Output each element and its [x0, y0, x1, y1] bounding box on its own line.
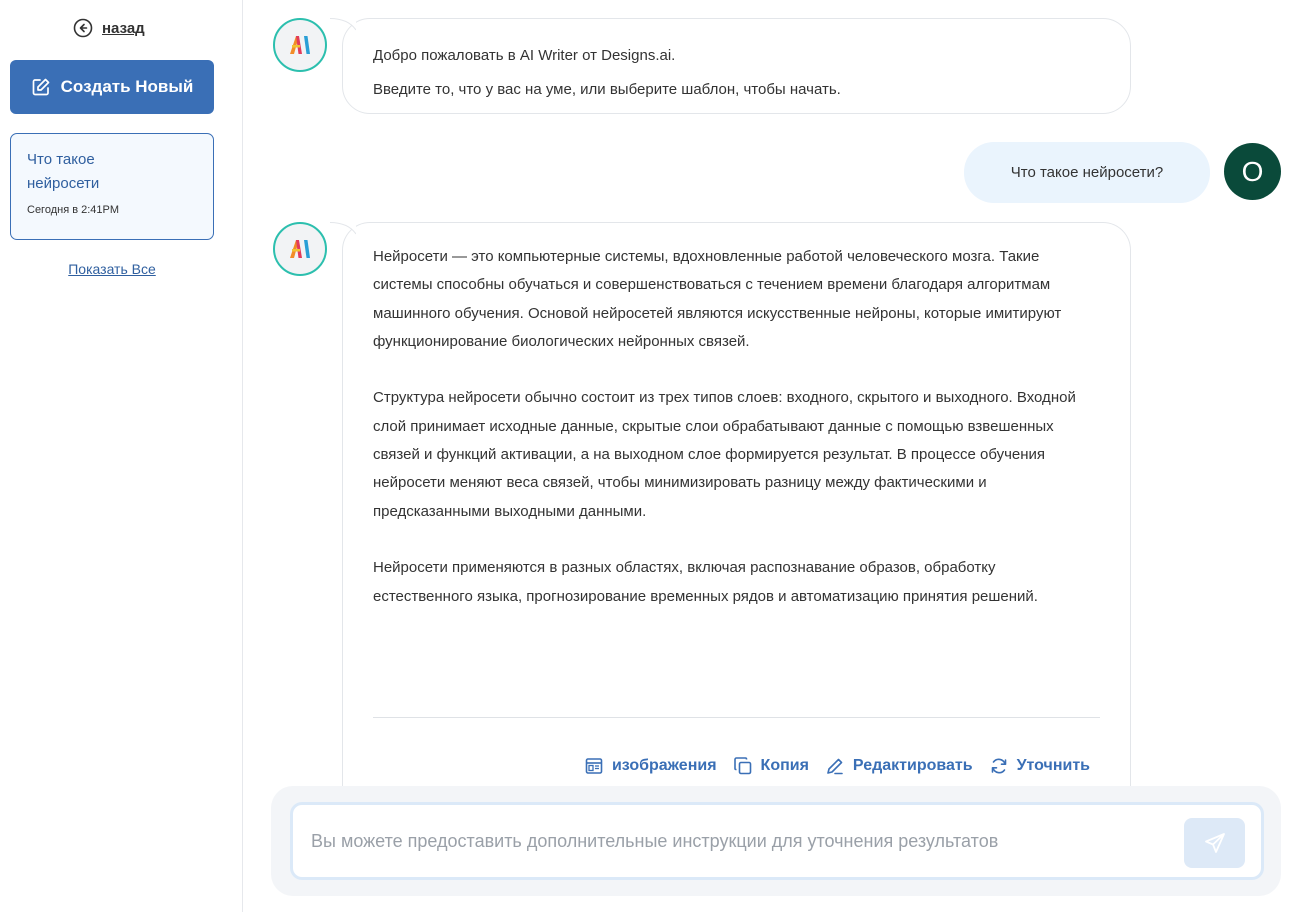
sidebar: назад Создать Новый Что такое нейросети …: [0, 0, 243, 912]
pencil-icon: [827, 758, 843, 775]
copy-button[interactable]: Копия: [733, 756, 809, 776]
bubble-tail: [330, 18, 356, 31]
history-item[interactable]: Что такое нейросети Сегодня в 2:41PM: [10, 133, 214, 240]
welcome-message: Добро пожаловать в AI Writer от Designs.…: [342, 18, 1131, 114]
send-icon: [1204, 833, 1225, 853]
answer-paragraph: Нейросети — это компьютерные системы, вд…: [373, 248, 1062, 350]
edit-square-icon: [32, 78, 49, 96]
welcome-line-2: Введите то, что у вас на уме, или выбери…: [373, 81, 841, 98]
designs-ai-logo: [290, 36, 310, 54]
history-item-time: Сегодня в 2:41PM: [27, 204, 120, 216]
designs-ai-logo: [290, 240, 310, 258]
ai-avatar: [273, 18, 327, 72]
prompt-input[interactable]: [311, 805, 1171, 877]
image-icon: [585, 758, 603, 774]
images-label: изображения: [611, 757, 717, 774]
copy-label: Копия: [760, 757, 809, 774]
refine-button[interactable]: Уточнить: [989, 756, 1090, 776]
answer-actions: изображения Копия Редактировать Уточнить: [584, 756, 1090, 776]
answer-paragraph: Нейросети применяются в разных областях,…: [373, 559, 1038, 605]
back-label[interactable]: назад: [102, 20, 145, 37]
circle-arrow-left-icon: [73, 18, 93, 38]
refine-label: Уточнить: [1016, 757, 1090, 774]
bubble-tail: [330, 222, 356, 235]
back-link[interactable]: назад: [73, 18, 145, 38]
create-new-label: Создать Новый: [60, 77, 194, 96]
history-item-title: Что такое нейросети: [27, 151, 100, 192]
ai-avatar: [273, 222, 327, 276]
composer: [290, 802, 1264, 880]
create-new-button[interactable]: Создать Новый: [10, 60, 214, 114]
edit-button[interactable]: Редактировать: [825, 756, 973, 776]
ai-answer-message: Нейросети — это компьютерные системы, вд…: [342, 222, 1131, 822]
show-all-link[interactable]: Показать Все: [0, 261, 224, 277]
edit-label: Редактировать: [852, 757, 973, 774]
answer-paragraph: Структура нейросети обычно состоит из тр…: [373, 389, 1076, 520]
copy-icon: [733, 757, 751, 775]
divider: [373, 717, 1100, 718]
refresh-icon: [991, 758, 1006, 774]
send-button[interactable]: [1184, 818, 1245, 868]
user-message: Что такое нейросети?: [964, 142, 1210, 203]
images-button[interactable]: изображения: [584, 756, 717, 776]
user-avatar: O: [1224, 143, 1281, 200]
welcome-line-1: Добро пожаловать в AI Writer от Designs.…: [373, 47, 676, 64]
